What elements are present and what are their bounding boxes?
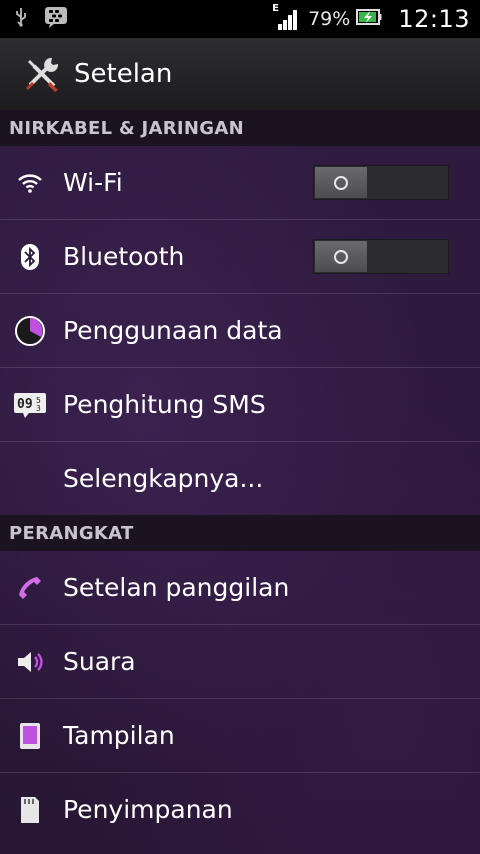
settings-tools-icon[interactable] — [22, 54, 62, 94]
sd-card-icon — [13, 793, 47, 827]
settings-item-label: Penyimpanan — [63, 795, 233, 824]
clock: 12:13 — [398, 5, 470, 33]
data-usage-icon — [13, 314, 47, 348]
page-title: Setelan — [74, 59, 173, 89]
settings-item-wifi[interactable]: Wi-Fi — [0, 146, 480, 220]
settings-item-label: Penggunaan data — [63, 316, 283, 345]
settings-item-label: Selengkapnya... — [63, 464, 264, 493]
settings-item-label: Penghitung SMS — [63, 390, 266, 419]
toggle-knob — [315, 167, 367, 198]
settings-item-sound[interactable]: Suara — [0, 625, 480, 699]
settings-item-label: Bluetooth — [63, 242, 185, 271]
signal-icon: E — [272, 3, 298, 32]
settings-item-label: Wi-Fi — [63, 168, 123, 197]
settings-item-call-settings[interactable]: Setelan panggilan — [0, 551, 480, 625]
svg-text:09: 09 — [17, 397, 33, 412]
settings-item-storage[interactable]: Penyimpanan — [0, 773, 480, 846]
wifi-toggle[interactable] — [313, 165, 449, 200]
speaker-icon — [13, 645, 47, 679]
network-type-label: E — [272, 3, 279, 14]
phone-icon — [13, 571, 47, 605]
action-bar: Setelan — [0, 38, 480, 111]
bluetooth-toggle[interactable] — [313, 239, 449, 274]
bluetooth-icon — [13, 240, 47, 274]
settings-item-label: Suara — [63, 647, 136, 676]
status-bar: E 79% 12:13 — [0, 0, 480, 38]
sms-counter-icon: 09 5 3 — [13, 388, 47, 422]
display-icon — [13, 719, 47, 753]
section-header-wireless: NIRKABEL & JARINGAN — [0, 110, 480, 146]
section-header-device: PERANGKAT — [0, 515, 480, 551]
usb-icon — [14, 7, 28, 31]
settings-item-display[interactable]: Tampilan — [0, 699, 480, 773]
settings-item-data-usage[interactable]: Penggunaan data — [0, 294, 480, 368]
wifi-icon — [13, 166, 47, 200]
settings-item-label: Tampilan — [63, 721, 175, 750]
settings-item-more[interactable]: Selengkapnya... — [0, 442, 480, 515]
bbm-icon — [44, 6, 68, 32]
battery-percent: 79% — [308, 8, 351, 30]
settings-item-bluetooth[interactable]: Bluetooth — [0, 220, 480, 294]
toggle-knob — [315, 241, 367, 272]
settings-item-sms-counter[interactable]: 09 5 3 Penghitung SMS — [0, 368, 480, 442]
settings-item-label: Setelan panggilan — [63, 573, 290, 602]
battery-charging-icon — [356, 7, 382, 31]
settings-list: NIRKABEL & JARINGAN Wi-Fi Bluetooth Peng… — [0, 110, 480, 854]
svg-text:3: 3 — [36, 404, 41, 413]
